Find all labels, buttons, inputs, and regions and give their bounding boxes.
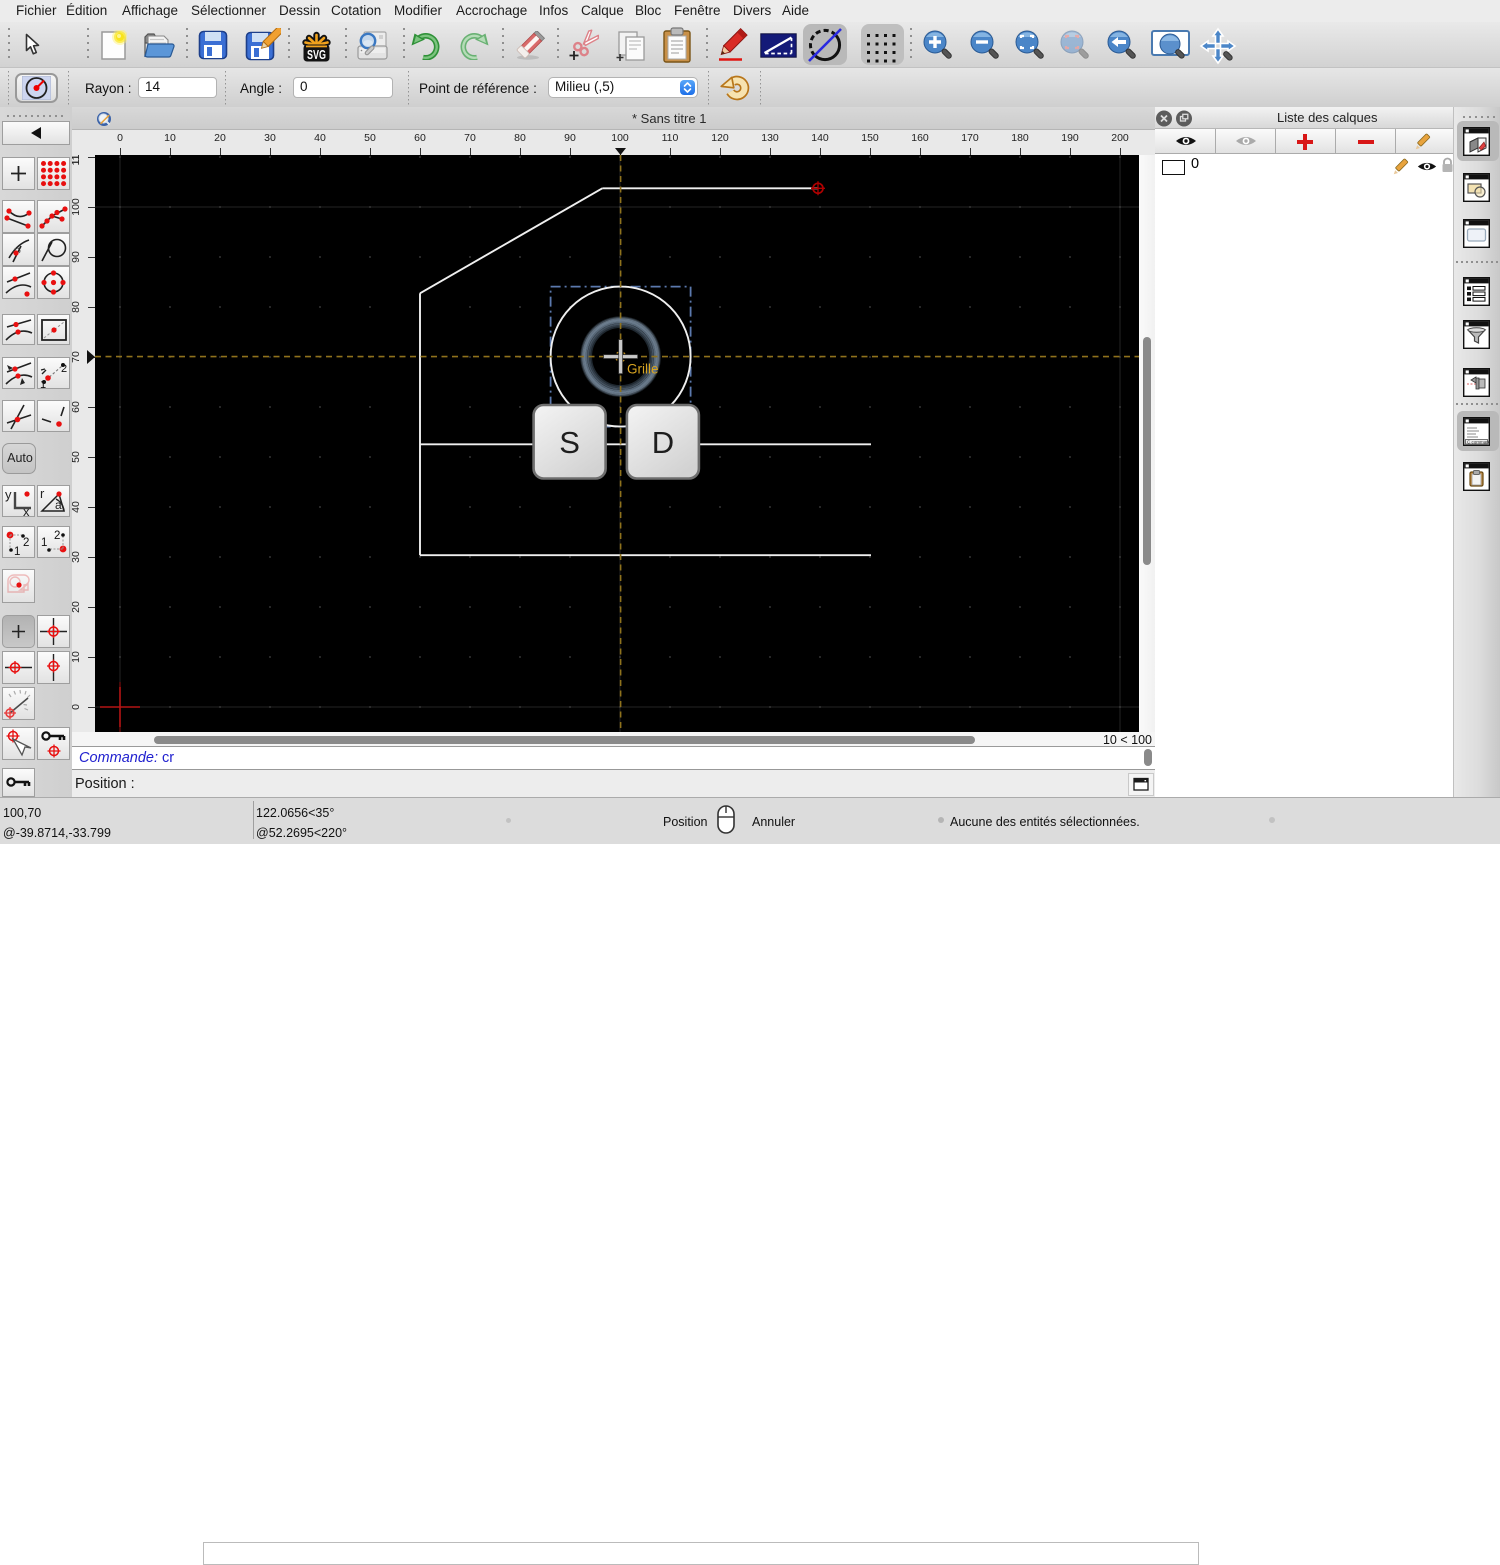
svg-text:1: 1 xyxy=(40,379,46,388)
svg-text:SVG: SVG xyxy=(307,48,326,62)
svg-text:Grille: Grille xyxy=(627,362,659,377)
svg-text:1: 1 xyxy=(14,546,20,557)
svg-text:x: x xyxy=(23,504,30,516)
svg-text:2: 2 xyxy=(23,537,29,549)
svg-text:a: a xyxy=(55,498,62,512)
svg-text:y: y xyxy=(5,487,12,502)
svg-text:C command: C command xyxy=(1467,439,1490,444)
svg-text:2: 2 xyxy=(54,530,60,542)
svg-text:S: S xyxy=(559,425,580,460)
svg-text:r: r xyxy=(40,486,45,501)
svg-text:2: 2 xyxy=(61,363,67,375)
svg-text:1: 1 xyxy=(41,537,47,549)
svg-text:D: D xyxy=(652,425,674,460)
